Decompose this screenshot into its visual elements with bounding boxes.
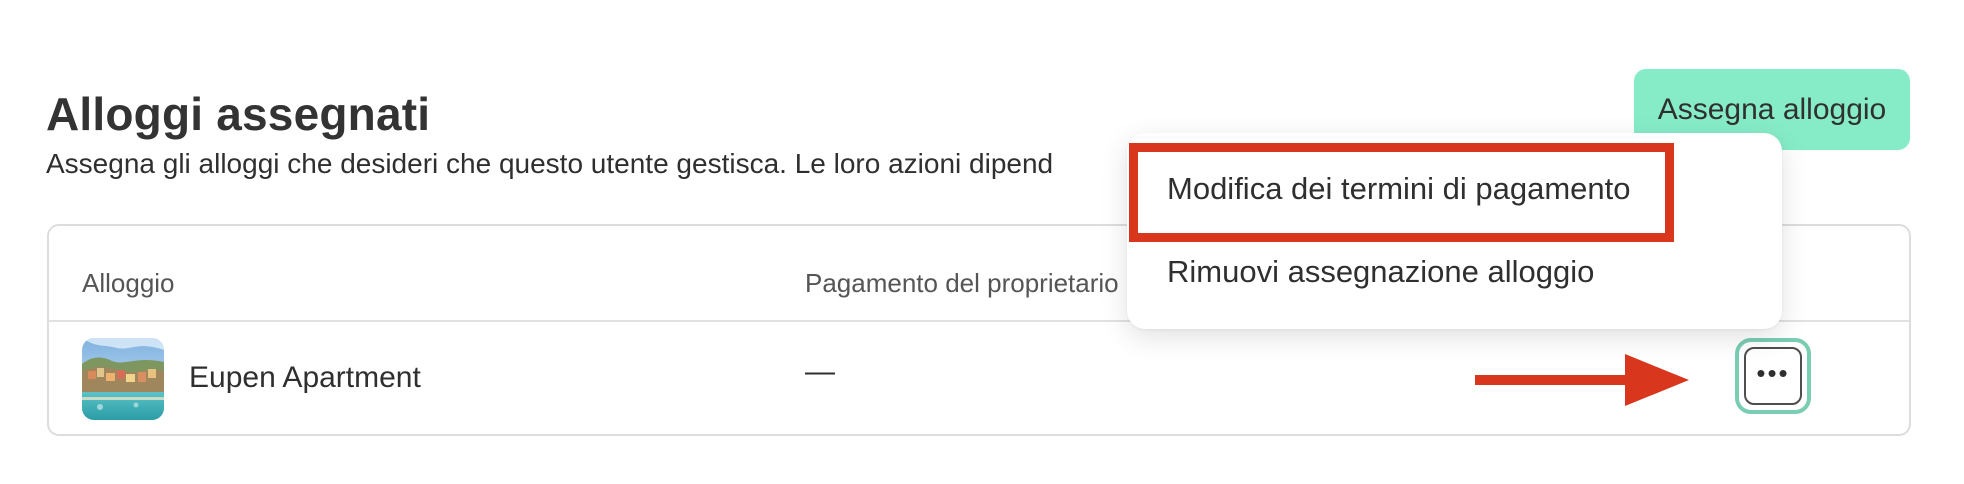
page-title: Alloggi assegnati	[46, 87, 431, 140]
column-header-property: Alloggio	[82, 268, 175, 298]
property-thumbnail	[82, 338, 164, 420]
row-actions-menu: Modifica dei termini di pagamento Rimuov…	[1127, 133, 1782, 329]
owner-payment-value: —	[805, 355, 835, 388]
more-horizontal-icon: •••	[1756, 358, 1790, 388]
table-row[interactable]: Eupen Apartment — •••	[49, 322, 1909, 434]
menu-item-remove-property-assignment[interactable]: Rimuovi assegnazione alloggio	[1167, 254, 1594, 290]
page: Alloggi assegnati Assegna gli alloggi ch…	[0, 0, 1964, 484]
property-name: Eupen Apartment	[189, 361, 421, 394]
row-actions-inner: •••	[1744, 347, 1802, 405]
row-actions-button[interactable]: •••	[1735, 338, 1811, 414]
page-description: Assegna gli alloggi che desideri che que…	[46, 148, 1054, 179]
menu-item-edit-payment-terms[interactable]: Modifica dei termini di pagamento	[1167, 171, 1631, 207]
column-header-owner-payment: Pagamento del proprietario	[805, 268, 1119, 298]
